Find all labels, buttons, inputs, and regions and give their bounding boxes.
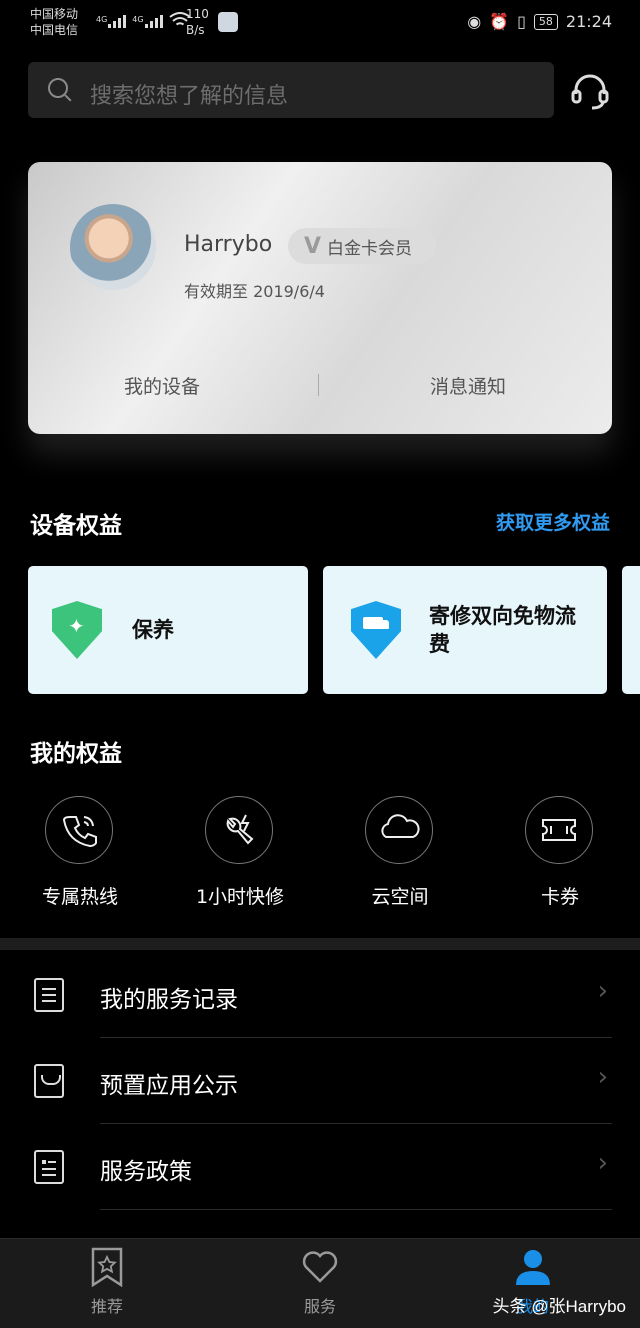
notifications-link[interactable]: 消息通知 — [430, 372, 506, 399]
vibrate-icon: ▯ — [517, 12, 526, 31]
alarm-icon: ⏰ — [489, 12, 510, 31]
card-divider — [318, 374, 319, 396]
benefit-card-maintenance[interactable]: ✦ 保养 — [28, 566, 308, 694]
validity-date: 有效期至 2019/6/4 — [184, 282, 325, 301]
heart-icon — [302, 1251, 338, 1283]
search-input[interactable]: 搜索您想了解的信息 — [28, 62, 554, 118]
nav-tab-service[interactable]: 服务 — [260, 1247, 380, 1317]
customer-service-icon[interactable] — [570, 72, 610, 112]
clock: 21:24 — [565, 12, 612, 31]
menu-row-service-records[interactable]: 我的服务记录 › — [0, 952, 640, 1038]
watermark: 头条 @张Harrybo — [492, 1297, 626, 1316]
divider — [100, 1209, 612, 1210]
signal-icon: 4G — [96, 15, 127, 28]
benefit-card-free-shipping[interactable]: 寄修双向免物流费 — [323, 566, 607, 694]
username: Harrybo — [184, 232, 273, 257]
chevron-right-icon: › — [597, 976, 608, 1006]
repair-icon — [205, 796, 273, 864]
search-icon — [48, 78, 68, 98]
person-icon — [516, 1250, 550, 1285]
avatar[interactable] — [70, 204, 156, 290]
member-card[interactable]: Harrybo V 白金卡会员 有效期至 2019/6/4 我的设备 消息通知 — [28, 162, 612, 434]
benefit-label: 保养 — [132, 618, 174, 642]
search-placeholder: 搜索您想了解的信息 — [90, 84, 289, 109]
get-more-benefits-link[interactable]: 获取更多权益 — [496, 508, 610, 535]
carrier-1: 中国移动 — [30, 7, 79, 21]
carrier-info: 中国移动 中国电信 — [30, 6, 78, 38]
policy-icon — [34, 1150, 64, 1184]
ticket-icon — [525, 796, 593, 864]
signal-indicators: 4G 4G — [96, 12, 191, 28]
tier-label: 白金卡会员 — [327, 238, 413, 259]
app-notification-icon — [218, 12, 238, 32]
device-benefits-title: 设备权益 — [30, 513, 122, 539]
right-label: 卡券 — [540, 886, 579, 908]
signal-icon: 4G — [132, 15, 163, 28]
my-devices-link[interactable]: 我的设备 — [124, 372, 200, 399]
benefit-label: 寄修双向免物流费 — [429, 604, 576, 656]
chevron-right-icon: › — [597, 1062, 608, 1092]
nav-label: 推荐 — [90, 1297, 123, 1316]
menu-label: 预置应用公示 — [100, 1073, 238, 1099]
status-right: ◉ ⏰ ▯ 58 21:24 — [467, 12, 612, 31]
document-icon — [34, 978, 64, 1012]
battery-icon: 58 — [533, 13, 558, 30]
vip-icon: V — [304, 233, 322, 259]
section-separator — [0, 938, 640, 950]
star-bookmark-icon — [91, 1247, 123, 1287]
menu-label: 服务政策 — [100, 1159, 192, 1185]
chevron-right-icon: › — [597, 1148, 608, 1178]
benefit-card-peek[interactable] — [622, 566, 640, 694]
menu-row-preinstalled-apps[interactable]: 预置应用公示 › — [0, 1038, 640, 1124]
my-rights-title: 我的权益 — [30, 741, 122, 767]
tier-badge[interactable]: V 白金卡会员 — [288, 228, 436, 264]
right-label: 云空间 — [371, 886, 429, 908]
cloud-icon — [365, 796, 433, 864]
right-label: 1小时快修 — [195, 886, 285, 908]
menu-row-service-policy[interactable]: 服务政策 › — [0, 1124, 640, 1210]
phone-icon — [45, 796, 113, 864]
shield-truck-icon — [351, 601, 401, 659]
nav-tab-recommend[interactable]: 推荐 — [47, 1247, 167, 1317]
eye-icon: ◉ — [467, 12, 482, 31]
network-speed: 110 B/s — [186, 7, 209, 37]
carrier-2: 中国电信 — [30, 23, 79, 37]
nav-label: 服务 — [303, 1297, 336, 1316]
inbox-icon — [34, 1064, 64, 1098]
menu-label: 我的服务记录 — [100, 987, 238, 1013]
shield-sparkle-icon: ✦ — [52, 601, 102, 659]
right-label: 专属热线 — [41, 886, 118, 908]
